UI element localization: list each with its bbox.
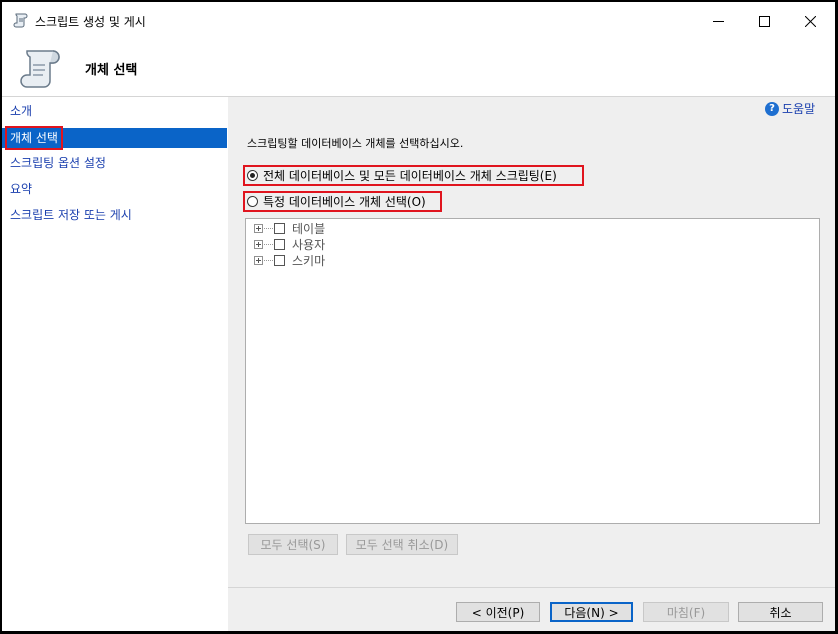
tree-node-label: 스키마 [292, 253, 326, 268]
cancel-button[interactable]: 취소 [738, 602, 823, 622]
wizard-window: 스크립트 생성 및 게시 개체 선택 소개 개체 선택 스크립팅 옵션 설정 요… [1, 1, 836, 632]
minimize-icon [712, 20, 724, 22]
help-link[interactable]: ? 도움말 [765, 100, 815, 117]
sidebar-item-label: 스크립트 저장 또는 게시 [10, 208, 132, 222]
minimize-button[interactable] [695, 2, 741, 40]
tree-node-schemas[interactable]: 스키마 [254, 252, 325, 268]
sidebar-item-choose-objects[interactable]: 개체 선택 [2, 126, 227, 150]
title-bar[interactable]: 스크립트 생성 및 게시 [2, 2, 835, 40]
wizard-sidebar: 소개 개체 선택 스크립팅 옵션 설정 요약 스크립트 저장 또는 게시 [2, 97, 227, 631]
wizard-header: 개체 선택 [2, 40, 835, 97]
object-tree[interactable]: 테이블 사용자 스키마 [245, 218, 820, 524]
radio-script-entire-database[interactable]: 전체 데이터베이스 및 모든 데이터베이스 개체 스크립팅(E) [243, 165, 584, 186]
select-all-button[interactable]: 모두 선택(S) [248, 534, 338, 555]
close-button[interactable] [787, 2, 833, 40]
sidebar-item-scripting-options[interactable]: 스크립팅 옵션 설정 [2, 153, 227, 173]
window-title: 스크립트 생성 및 게시 [35, 15, 146, 29]
instruction-text: 스크립팅할 데이터베이스 개체를 선택하십시오. [247, 137, 464, 150]
expand-plus-icon[interactable] [254, 223, 263, 233]
tree-node-tables[interactable]: 테이블 [254, 220, 325, 236]
page-title: 개체 선택 [85, 63, 138, 78]
tree-node-users[interactable]: 사용자 [254, 236, 325, 252]
finish-button[interactable]: 마침(F) [643, 602, 729, 622]
tree-node-label: 테이블 [292, 221, 326, 236]
deselect-all-button[interactable]: 모두 선택 취소(D) [346, 534, 458, 555]
expand-plus-icon[interactable] [254, 239, 263, 249]
radio-label: 특정 데이터베이스 개체 선택(O) [263, 195, 426, 209]
maximize-button[interactable] [741, 2, 787, 40]
tree-connector [264, 227, 273, 229]
radio-unchecked-icon[interactable] [247, 196, 258, 207]
sidebar-item-intro[interactable]: 소개 [2, 101, 227, 121]
sidebar-item-save-or-publish[interactable]: 스크립트 저장 또는 게시 [2, 205, 227, 225]
next-button[interactable]: 다음(N) > [550, 602, 633, 622]
footer-divider [228, 587, 835, 588]
radio-checked-icon[interactable] [247, 170, 258, 181]
script-scroll-icon [13, 13, 28, 28]
sidebar-item-label: 스크립팅 옵션 설정 [10, 156, 106, 170]
expand-plus-icon[interactable] [254, 255, 263, 265]
maximize-icon [758, 15, 770, 27]
tree-connector [264, 243, 273, 245]
wizard-content: ? 도움말 스크립팅할 데이터베이스 개체를 선택하십시오. 전체 데이터베이스… [228, 97, 835, 631]
script-scroll-icon [20, 50, 60, 88]
radio-select-specific-objects[interactable]: 특정 데이터베이스 개체 선택(O) [243, 191, 442, 212]
tree-checkbox[interactable] [274, 238, 285, 250]
radio-label: 전체 데이터베이스 및 모든 데이터베이스 개체 스크립팅(E) [263, 169, 557, 183]
sidebar-item-summary[interactable]: 요약 [2, 179, 227, 199]
sidebar-item-label: 요약 [10, 182, 33, 196]
tree-node-label: 사용자 [292, 237, 326, 252]
help-icon: ? [765, 101, 779, 116]
tree-connector [264, 259, 273, 261]
help-label: 도움말 [782, 102, 816, 116]
previous-button[interactable]: < 이전(P) [456, 602, 540, 622]
tree-checkbox[interactable] [274, 222, 285, 234]
tree-checkbox[interactable] [274, 254, 285, 266]
close-icon [804, 15, 816, 27]
highlight-box [5, 126, 63, 150]
sidebar-item-label: 소개 [10, 104, 33, 118]
